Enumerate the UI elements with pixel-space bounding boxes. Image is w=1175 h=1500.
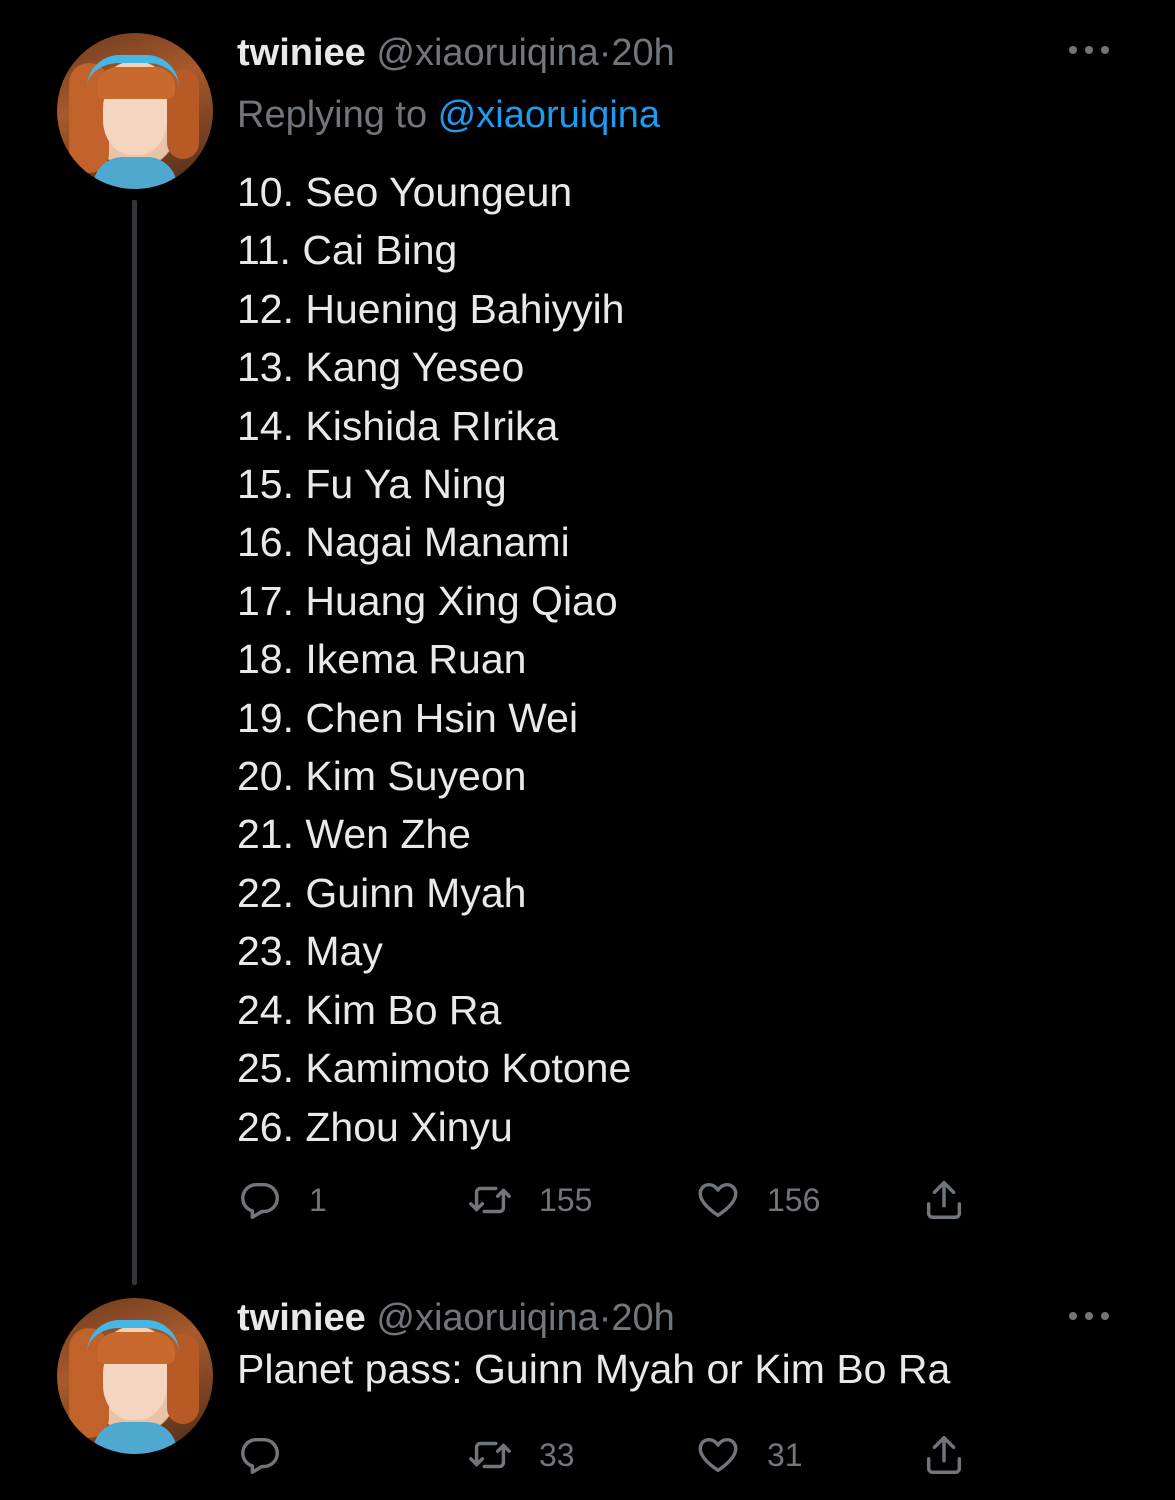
retweet-icon [469, 1441, 511, 1469]
like-button[interactable]: 156 [695, 1175, 820, 1225]
reply-count: 1 [309, 1181, 327, 1218]
heart-icon [698, 1182, 738, 1218]
list-item: 18. Ikema Ruan [237, 636, 527, 683]
list-item: 20. Kim Suyeon [237, 753, 527, 800]
timestamp[interactable]: 20h [611, 32, 674, 74]
timestamp[interactable]: 20h [611, 1297, 674, 1339]
avatar[interactable] [57, 33, 213, 189]
share-icon [926, 1181, 962, 1219]
share-icon [926, 1436, 962, 1474]
replying-to: Replying to @xiaoruiqina [237, 94, 660, 137]
share-button[interactable] [921, 1430, 967, 1480]
more-icon[interactable] [1069, 40, 1113, 60]
retweet-count: 33 [539, 1436, 575, 1473]
list-item: 25. Kamimoto Kotone [237, 1045, 632, 1092]
list-item: 23. May [237, 928, 383, 975]
like-count: 31 [767, 1436, 803, 1473]
list-item: 17. Huang Xing Qiao [237, 577, 618, 624]
tweet-header: twiniee @xiaoruiqina·20h [237, 32, 675, 75]
like-count: 156 [767, 1181, 821, 1218]
tweet[interactable]: twiniee @xiaoruiqina·20h Replying to @xi… [0, 0, 1175, 1290]
list-item: 13. Kang Yeseo [237, 344, 525, 391]
user-handle[interactable]: @xiaoruiqina [376, 1297, 598, 1339]
tweet[interactable]: twiniee @xiaoruiqina·20h Planet pass: Gu… [0, 1290, 1175, 1500]
like-button[interactable]: 31 [695, 1430, 803, 1480]
list-item: 15. Fu Ya Ning [237, 461, 507, 508]
share-button[interactable] [921, 1175, 967, 1225]
mention-link[interactable]: @xiaoruiqina [438, 94, 660, 136]
tweet-header: twiniee @xiaoruiqina·20h [237, 1297, 675, 1340]
list-item: 26. Zhou Xinyu [237, 1103, 513, 1150]
retweet-button[interactable]: 155 [467, 1175, 592, 1225]
retweet-count: 155 [539, 1181, 593, 1218]
tweet-actions: 33 31 [237, 1430, 997, 1480]
replying-prefix: Replying to [237, 94, 438, 136]
retweet-button[interactable]: 33 [467, 1430, 575, 1480]
tweet-actions: 1 155 156 [237, 1175, 997, 1225]
reply-icon [241, 1437, 279, 1474]
list-item: 24. Kim Bo Ra [237, 986, 502, 1033]
list-item: 16. Nagai Manami [237, 519, 570, 566]
thread-line [132, 200, 137, 1285]
list-item: 14. Kishida RIrika [237, 402, 559, 449]
tweet-text: 10. Seo Youngeun 11. Cai Bing 12. Huenin… [237, 163, 631, 1156]
reply-button[interactable]: 1 [237, 1175, 327, 1225]
display-name[interactable]: twiniee [237, 1297, 366, 1339]
more-icon[interactable] [1069, 1306, 1113, 1326]
list-item: 21. Wen Zhe [237, 811, 471, 858]
list-item: 12. Huening Bahiyyih [237, 285, 625, 332]
retweet-icon [469, 1186, 511, 1214]
user-handle[interactable]: @xiaoruiqina [376, 32, 598, 74]
list-item: 19. Chen Hsin Wei [237, 694, 579, 741]
avatar[interactable] [57, 1298, 213, 1454]
list-item: 11. Cai Bing [237, 227, 458, 274]
reply-button[interactable] [237, 1430, 309, 1480]
list-item: 22. Guinn Myah [237, 869, 527, 916]
list-item: 10. Seo Youngeun [237, 169, 573, 215]
heart-icon [698, 1437, 738, 1473]
separator: · [598, 1297, 612, 1339]
display-name[interactable]: twiniee [237, 32, 366, 74]
separator: · [598, 32, 612, 74]
tweet-text: Planet pass: Guinn Myah or Kim Bo Ra [237, 1346, 951, 1392]
reply-icon [241, 1182, 279, 1219]
